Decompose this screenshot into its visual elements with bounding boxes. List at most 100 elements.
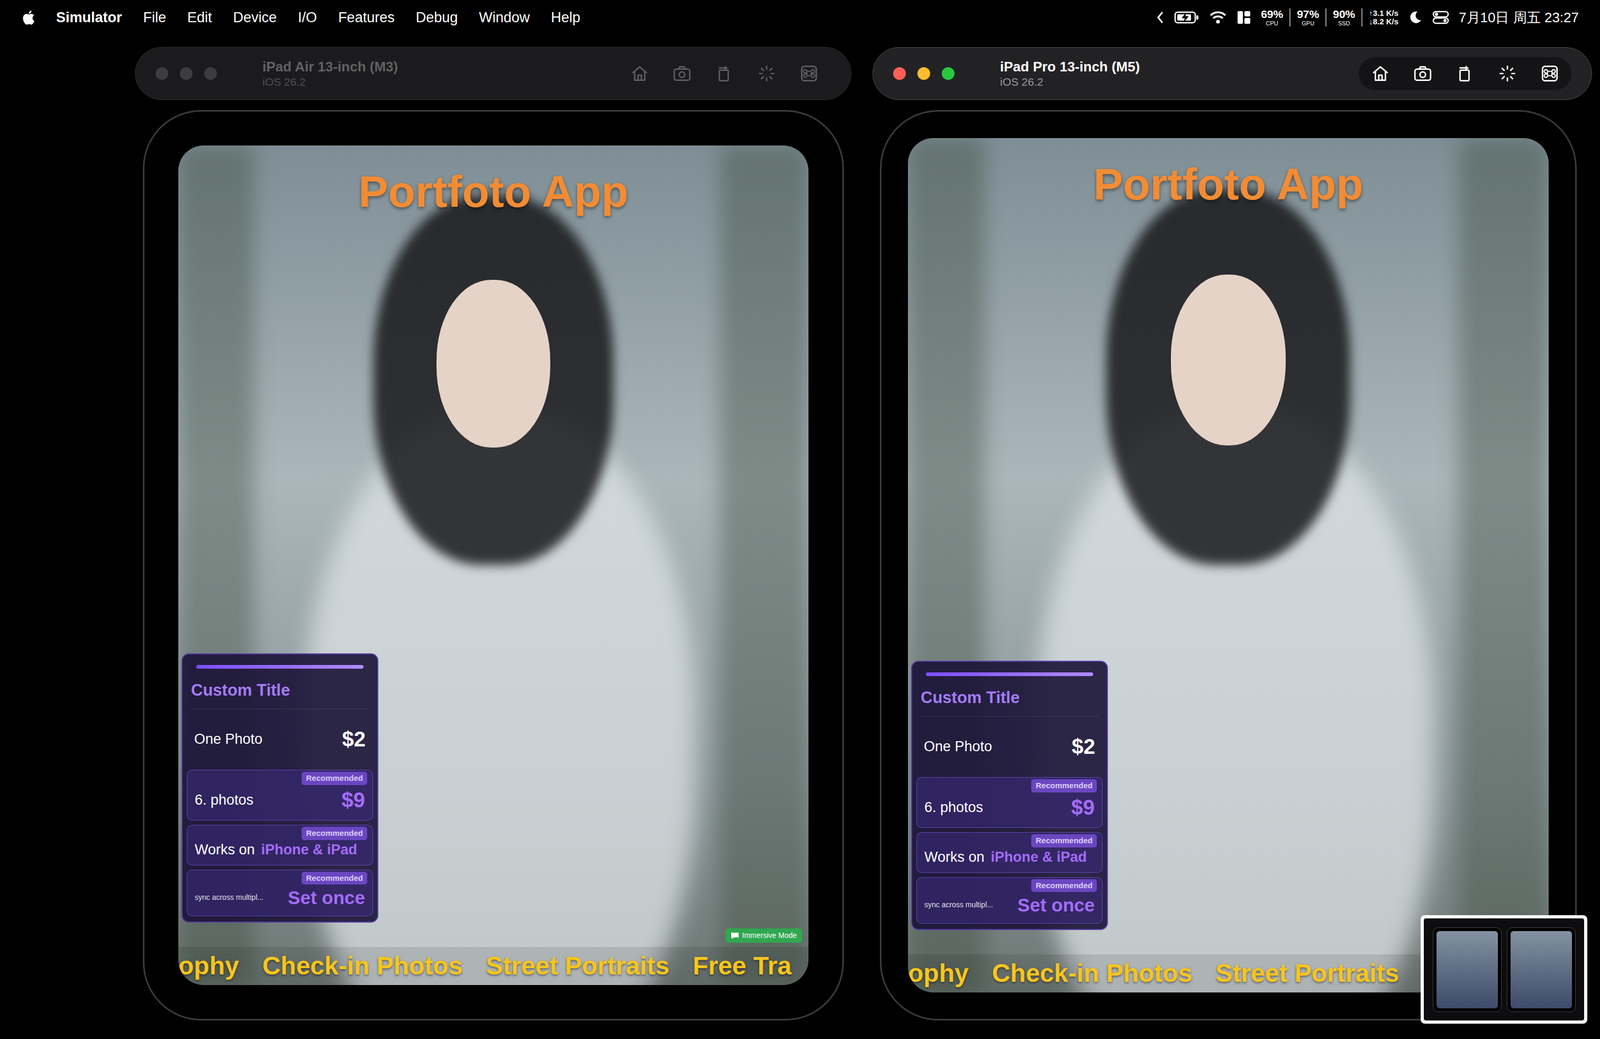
screenshot-icon[interactable] [1412,63,1433,84]
battery-icon[interactable] [1174,10,1200,25]
shake-icon[interactable] [756,63,777,84]
app-menu[interactable]: Simulator [56,6,123,29]
traffic-lights [893,67,955,80]
recommended-badge: Recommended [301,871,368,886]
card-title: Custom Title [191,678,369,711]
chevron-left-icon[interactable] [1156,10,1165,25]
window-toolbar[interactable]: iPad Air 13-inch (M3)iOS 26.2 [134,47,852,100]
card-accent-bar [925,672,1094,677]
download-speed: ↓8.2 K/s [1368,17,1399,26]
stat-label: CPU [1266,20,1279,27]
moon-icon[interactable] [1407,10,1423,25]
thumbnail-screen [1510,931,1572,1009]
control-center-icon[interactable] [1432,10,1450,25]
row-label: 6. photos [924,796,984,819]
stat-separator [1289,8,1291,27]
card-title: Custom Title [920,685,1099,718]
chat-icon [730,932,740,940]
stat: 69%CPU [1260,8,1284,27]
minimize-button[interactable] [917,67,931,80]
row-label: Works on [924,846,985,869]
bamboo-shadow [1458,138,1549,993]
price-row[interactable]: 6. photos$9Recommended [186,769,374,821]
close-button[interactable] [155,67,169,80]
row-label: sync across multipl... [194,892,264,904]
menu-item[interactable]: Features [338,6,395,29]
menu-item[interactable]: File [143,6,167,29]
feature-text: Works oniPhone & iPad [924,846,1087,869]
recommended-badge: Recommended [1031,779,1097,793]
category-label[interactable]: Free Tra [692,947,792,986]
shake-icon[interactable] [1497,63,1518,84]
immersive-mode-badge[interactable]: Immersive Mode [725,928,803,943]
home-icon[interactable] [1370,63,1391,84]
ipad-screen[interactable]: Portfoto AppCustom TitleOne Photo$26. ph… [178,145,809,986]
row-price: $2 [1071,730,1096,763]
layout-icon[interactable] [1236,10,1252,25]
keyboard-icon[interactable] [1539,63,1560,84]
minimize-button[interactable] [179,67,193,80]
ipad-device: Portfoto AppCustom TitleOne Photo$26. ph… [142,110,844,1021]
desktop: Simulator File Edit Device I/O Features Debug W… [0,0,1600,1039]
row-price: $9 [1071,791,1096,824]
zoom-button[interactable] [204,67,217,80]
rotate-icon[interactable] [714,63,735,84]
menu-bar: Simulator File Edit Device I/O Features Debug W… [0,0,1600,35]
clock[interactable]: 7月10日 周五 23:27 [1458,7,1579,29]
price-row[interactable]: One Photo$2 [186,712,374,766]
category-label[interactable]: Street Portraits [485,947,670,986]
rotate-icon[interactable] [1455,63,1476,84]
window-toolbar[interactable]: iPad Pro 13-inch (M5)iOS 26.2 [872,47,1593,100]
price-row[interactable]: sync across multipl... Set onceRecommende… [186,869,374,917]
menu-item[interactable]: I/O [297,6,317,29]
status-area: 69%CPU97%GPU90%SSD↑3.1 K/s↓8.2 K/s7月10日 … [1156,7,1579,29]
zoom-button[interactable] [941,67,955,80]
menu-item[interactable]: Debug [415,6,459,29]
card-accent-bar [196,665,364,669]
card-rows: One Photo$26. photos$9RecommendedWorks o… [186,712,374,917]
stat-value: 97% [1296,8,1320,20]
home-icon[interactable] [629,63,650,84]
row-value: Set once [287,884,366,913]
pricing-card: Custom TitleOne Photo$26. photos$9Recomm… [181,653,379,924]
category-label[interactable]: ophy [907,954,969,993]
window-title: iPad Air 13-inch (M3) [262,58,398,76]
screenshot-thumbnail[interactable] [1420,915,1588,1024]
category-label[interactable]: ophy [178,947,240,986]
price-row[interactable]: Works oniPhone & iPadRecommended [916,832,1103,874]
thumbnail-device [1432,927,1502,1013]
window-title: iPad Pro 13-inch (M5) [1000,58,1140,76]
system-stats[interactable]: 69%CPU97%GPU90%SSD↑3.1 K/s↓8.2 K/s [1260,8,1399,27]
row-content: sync across multipl... Set once [194,884,366,913]
app-title: Portfoto App [178,158,809,225]
stat-label: GPU [1301,20,1315,27]
category-label[interactable]: Street Portraits [1215,954,1399,993]
ipad-screen[interactable]: Portfoto AppCustom TitleOne Photo$26. ph… [907,138,1549,993]
menu-item[interactable]: Device [233,6,278,29]
price-row[interactable]: Works oniPhone & iPadRecommended [186,824,374,866]
price-row[interactable]: sync across multipl...Set onceRecommende… [916,877,1103,925]
keyboard-icon[interactable] [798,63,820,84]
bamboo-shadow [720,145,809,986]
screenshot-icon[interactable] [671,63,693,84]
category-label[interactable]: Check-in Photos [262,947,463,986]
recommended-badge: Recommended [301,826,368,841]
price-row[interactable]: 6. photos $9Recommended [916,777,1103,829]
menu-item[interactable]: Help [550,6,581,29]
menu-item[interactable]: Window [478,6,530,29]
stat-label: SSD [1338,20,1351,27]
wifi-icon[interactable] [1208,10,1227,25]
row-content: 6. photos$9 [194,784,366,816]
menu-item[interactable]: Edit [187,6,213,29]
price-row[interactable]: One Photo$2 [916,720,1103,774]
row-content: 6. photos $9 [924,791,1095,824]
row-label: sync across multipl... [924,899,994,911]
close-button[interactable] [893,67,906,80]
window-subtitle: iOS 26.2 [262,75,398,89]
stat-value: 90% [1332,8,1356,20]
category-label[interactable]: Check-in Photos [992,954,1193,993]
thumbnail-screen [1436,931,1498,1009]
stat: 90%SSD [1332,8,1356,27]
apple-icon[interactable] [21,9,35,26]
thumbnail-preview [1423,918,1585,1021]
